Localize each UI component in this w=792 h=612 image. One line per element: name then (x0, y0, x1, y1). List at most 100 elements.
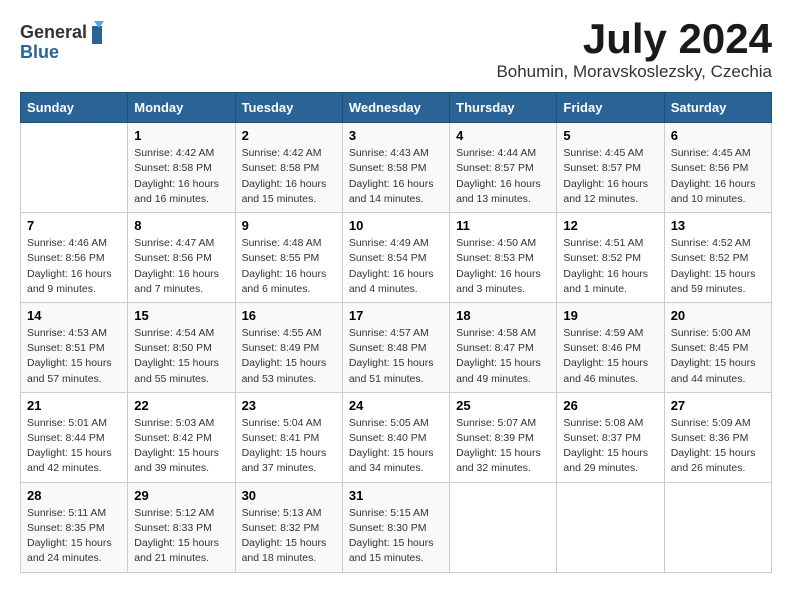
day-number: 18 (456, 308, 550, 323)
calendar-cell: 12 Sunrise: 4:51 AMSunset: 8:52 PMDayligh… (557, 213, 664, 303)
calendar-cell: 28 Sunrise: 5:11 AMSunset: 8:35 PMDayligh… (21, 482, 128, 572)
calendar-cell: 1Sunrise: 4:42 AMSunset: 8:58 PMDaylight… (128, 123, 235, 213)
day-number: 3 (349, 128, 443, 143)
weekday-header-wednesday: Wednesday (342, 93, 449, 123)
day-info: Sunrise: 5:09 AMSunset: 8:36 PMDaylight:… (671, 416, 765, 477)
day-number: 7 (27, 218, 121, 233)
day-number: 23 (242, 398, 336, 413)
svg-text:Blue: Blue (20, 42, 59, 62)
day-info: Sunrise: 4:43 AMSunset: 8:58 PMDaylight:… (349, 146, 443, 207)
logo-icon: General Blue (20, 16, 110, 66)
calendar-cell: 21 Sunrise: 5:01 AMSunset: 8:44 PMDayligh… (21, 392, 128, 482)
calendar-cell: 7 Sunrise: 4:46 AMSunset: 8:56 PMDaylight… (21, 213, 128, 303)
day-info: Sunrise: 5:03 AMSunset: 8:42 PMDaylight:… (134, 416, 228, 477)
day-info: Sunrise: 4:51 AMSunset: 8:52 PMDaylight:… (563, 236, 657, 297)
day-number: 28 (27, 488, 121, 503)
calendar-cell: 24 Sunrise: 5:05 AMSunset: 8:40 PMDayligh… (342, 392, 449, 482)
calendar-week-row: 7 Sunrise: 4:46 AMSunset: 8:56 PMDaylight… (21, 213, 772, 303)
calendar-cell: 18 Sunrise: 4:58 AMSunset: 8:47 PMDayligh… (450, 302, 557, 392)
calendar-cell (450, 482, 557, 572)
day-info: Sunrise: 4:53 AMSunset: 8:51 PMDaylight:… (27, 326, 121, 387)
weekday-header-friday: Friday (557, 93, 664, 123)
day-number: 11 (456, 218, 550, 233)
day-number: 8 (134, 218, 228, 233)
day-number: 17 (349, 308, 443, 323)
day-info: Sunrise: 5:13 AMSunset: 8:32 PMDaylight:… (242, 506, 336, 567)
day-number: 15 (134, 308, 228, 323)
weekday-header-row: SundayMondayTuesdayWednesdayThursdayFrid… (21, 93, 772, 123)
day-info: Sunrise: 4:45 AMSunset: 8:57 PMDaylight:… (563, 146, 657, 207)
day-info: Sunrise: 5:00 AMSunset: 8:45 PMDaylight:… (671, 326, 765, 387)
day-info: Sunrise: 4:46 AMSunset: 8:56 PMDaylight:… (27, 236, 121, 297)
day-number: 10 (349, 218, 443, 233)
month-year-title: July 2024 (496, 16, 772, 62)
calendar-cell (21, 123, 128, 213)
calendar-week-row: 21 Sunrise: 5:01 AMSunset: 8:44 PMDayligh… (21, 392, 772, 482)
title-section: July 2024 Bohumin, Moravskoslezsky, Czec… (496, 16, 772, 82)
day-info: Sunrise: 5:12 AMSunset: 8:33 PMDaylight:… (134, 506, 228, 567)
calendar-cell: 13Sunrise: 4:52 AMSunset: 8:52 PMDayligh… (664, 213, 771, 303)
logo: General Blue (20, 16, 110, 66)
day-info: Sunrise: 5:08 AMSunset: 8:37 PMDaylight:… (563, 416, 657, 477)
day-number: 22 (134, 398, 228, 413)
calendar-week-row: 28 Sunrise: 5:11 AMSunset: 8:35 PMDayligh… (21, 482, 772, 572)
calendar-cell: 3 Sunrise: 4:43 AMSunset: 8:58 PMDaylight… (342, 123, 449, 213)
day-info: Sunrise: 4:54 AMSunset: 8:50 PMDaylight:… (134, 326, 228, 387)
day-number: 16 (242, 308, 336, 323)
day-number: 9 (242, 218, 336, 233)
day-info: Sunrise: 5:04 AMSunset: 8:41 PMDaylight:… (242, 416, 336, 477)
day-number: 27 (671, 398, 765, 413)
calendar-cell: 6 Sunrise: 4:45 AMSunset: 8:56 PMDaylight… (664, 123, 771, 213)
day-number: 25 (456, 398, 550, 413)
calendar-cell (557, 482, 664, 572)
day-number: 12 (563, 218, 657, 233)
day-info: Sunrise: 5:11 AMSunset: 8:35 PMDaylight:… (27, 506, 121, 567)
day-number: 29 (134, 488, 228, 503)
calendar-cell: 10Sunrise: 4:49 AMSunset: 8:54 PMDayligh… (342, 213, 449, 303)
day-number: 14 (27, 308, 121, 323)
calendar-cell: 2Sunrise: 4:42 AMSunset: 8:58 PMDaylight… (235, 123, 342, 213)
calendar-cell: 11 Sunrise: 4:50 AMSunset: 8:53 PMDayligh… (450, 213, 557, 303)
calendar-cell: 22 Sunrise: 5:03 AMSunset: 8:42 PMDayligh… (128, 392, 235, 482)
day-number: 31 (349, 488, 443, 503)
day-info: Sunrise: 5:05 AMSunset: 8:40 PMDaylight:… (349, 416, 443, 477)
day-info: Sunrise: 4:50 AMSunset: 8:53 PMDaylight:… (456, 236, 550, 297)
calendar-cell: 29 Sunrise: 5:12 AMSunset: 8:33 PMDayligh… (128, 482, 235, 572)
day-number: 6 (671, 128, 765, 143)
day-number: 13 (671, 218, 765, 233)
weekday-header-thursday: Thursday (450, 93, 557, 123)
day-info: Sunrise: 4:48 AMSunset: 8:55 PMDaylight:… (242, 236, 336, 297)
calendar-week-row: 14 Sunrise: 4:53 AMSunset: 8:51 PMDayligh… (21, 302, 772, 392)
day-number: 24 (349, 398, 443, 413)
calendar-cell: 26 Sunrise: 5:08 AMSunset: 8:37 PMDayligh… (557, 392, 664, 482)
day-number: 30 (242, 488, 336, 503)
calendar-cell: 15 Sunrise: 4:54 AMSunset: 8:50 PMDayligh… (128, 302, 235, 392)
day-info: Sunrise: 4:59 AMSunset: 8:46 PMDaylight:… (563, 326, 657, 387)
calendar-cell: 19 Sunrise: 4:59 AMSunset: 8:46 PMDayligh… (557, 302, 664, 392)
day-number: 1 (134, 128, 228, 143)
day-info: Sunrise: 5:01 AMSunset: 8:44 PMDaylight:… (27, 416, 121, 477)
day-info: Sunrise: 5:15 AMSunset: 8:30 PMDaylight:… (349, 506, 443, 567)
location-subtitle: Bohumin, Moravskoslezsky, Czechia (496, 62, 772, 82)
calendar-cell: 14 Sunrise: 4:53 AMSunset: 8:51 PMDayligh… (21, 302, 128, 392)
calendar-cell (664, 482, 771, 572)
calendar-table: SundayMondayTuesdayWednesdayThursdayFrid… (20, 92, 772, 572)
calendar-cell: 23 Sunrise: 5:04 AMSunset: 8:41 PMDayligh… (235, 392, 342, 482)
calendar-week-row: 1Sunrise: 4:42 AMSunset: 8:58 PMDaylight… (21, 123, 772, 213)
calendar-cell: 8Sunrise: 4:47 AMSunset: 8:56 PMDaylight… (128, 213, 235, 303)
calendar-cell: 25 Sunrise: 5:07 AMSunset: 8:39 PMDayligh… (450, 392, 557, 482)
calendar-cell: 27 Sunrise: 5:09 AMSunset: 8:36 PMDayligh… (664, 392, 771, 482)
day-number: 21 (27, 398, 121, 413)
day-number: 19 (563, 308, 657, 323)
weekday-header-monday: Monday (128, 93, 235, 123)
calendar-cell: 17Sunrise: 4:57 AMSunset: 8:48 PMDayligh… (342, 302, 449, 392)
day-info: Sunrise: 5:07 AMSunset: 8:39 PMDaylight:… (456, 416, 550, 477)
calendar-cell: 9 Sunrise: 4:48 AMSunset: 8:55 PMDaylight… (235, 213, 342, 303)
day-info: Sunrise: 4:45 AMSunset: 8:56 PMDaylight:… (671, 146, 765, 207)
svg-text:General: General (20, 22, 87, 42)
day-info: Sunrise: 4:58 AMSunset: 8:47 PMDaylight:… (456, 326, 550, 387)
weekday-header-saturday: Saturday (664, 93, 771, 123)
day-number: 4 (456, 128, 550, 143)
day-number: 26 (563, 398, 657, 413)
day-info: Sunrise: 4:55 AMSunset: 8:49 PMDaylight:… (242, 326, 336, 387)
